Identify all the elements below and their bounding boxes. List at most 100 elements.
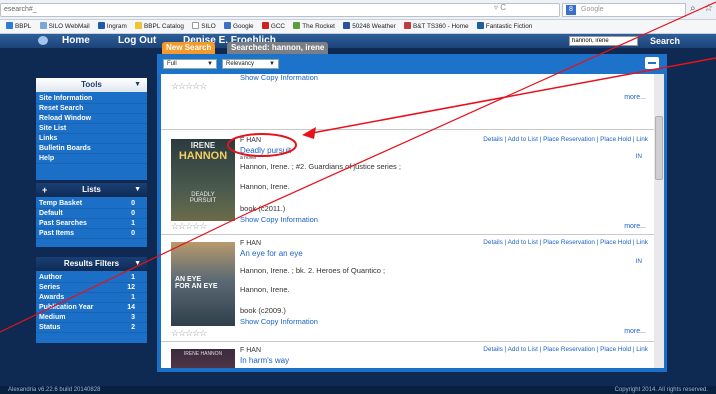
bookmark-icon	[404, 22, 412, 29]
show-copy-link[interactable]: Show Copy Information	[240, 215, 318, 224]
bookmark-item[interactable]: Fantastic Fiction	[476, 20, 532, 33]
book-cover[interactable]: IRENE HANNON DEADLY PURSUIT	[171, 139, 235, 221]
results-scrollbar[interactable]	[654, 74, 664, 368]
list-item[interactable]: Default 0	[36, 209, 147, 219]
catalog-search-input[interactable]	[569, 36, 638, 46]
bookmark-item[interactable]: SILO WebMail	[39, 20, 90, 33]
tools-item[interactable]: Reload Window	[36, 114, 147, 124]
results-list: ☆☆☆☆☆ Show Copy Information more... IREN…	[161, 74, 654, 368]
tools-item[interactable]: Site List	[36, 124, 147, 134]
rating-stars[interactable]: ☆☆☆☆☆	[171, 221, 207, 232]
cover-text: HANNON	[178, 150, 228, 162]
bookmark-item[interactable]: BBPL Catalog	[135, 20, 184, 33]
print-icon[interactable]	[645, 57, 659, 69]
record-format: book (c2011.)	[240, 204, 286, 213]
home-link[interactable]: Home	[62, 34, 90, 48]
browser-search-input[interactable]: 8 Google	[562, 3, 686, 17]
filters-header[interactable]: Results Filters ▼	[36, 257, 147, 271]
bookmark-item[interactable]: The Rocket	[293, 20, 335, 33]
result-record: IRENE HANNON F HAN In harm's way Details…	[161, 343, 654, 368]
bookmark-icon	[476, 22, 484, 29]
bookmark-icon	[192, 22, 200, 29]
record-actions[interactable]: Details | Add to List | Place Reservatio…	[483, 239, 648, 246]
tools-item[interactable]: Reset Search	[36, 104, 147, 114]
show-copy-link[interactable]: Show Copy Information	[240, 317, 318, 326]
bookmarks-bar: BBPL SILO WebMail Ingram BBPL Catalog SI…	[0, 20, 716, 34]
book-cover[interactable]: AN EYE FOR AN EYE	[171, 242, 235, 326]
record-series: Hannon, Irene. ; bk. 2. Heroes of Quanti…	[240, 266, 386, 275]
record-title[interactable]: Deadly pursuit	[240, 146, 291, 155]
app-footer: Alexandria v6.22.6 build 20140828 Copyri…	[0, 386, 716, 394]
results-toolbar: Full ▼ Relevancy ▼	[157, 54, 667, 74]
search-button[interactable]: Search	[650, 34, 680, 48]
logout-link[interactable]: Log Out	[118, 34, 156, 48]
bookmark-item[interactable]: B&T TS360 - Home	[404, 20, 469, 33]
tools-item[interactable]: Links	[36, 134, 147, 144]
chevron-down-icon: ▼	[207, 61, 213, 67]
bookmark-item[interactable]: 50248 Weather	[343, 20, 396, 33]
record-format: book (c2009.)	[240, 306, 286, 315]
tools-item[interactable]: Help	[36, 154, 147, 164]
call-number: F HAN	[240, 347, 261, 354]
rating-stars[interactable]: ☆☆☆☆☆	[171, 81, 207, 92]
filter-item[interactable]: Status 2	[36, 323, 147, 333]
bookmark-item[interactable]: BBPL	[6, 20, 31, 33]
bookmark-item[interactable]: GCC	[261, 20, 285, 33]
tools-panel: Tools ▼ Site Information Reset Search Rel…	[36, 78, 147, 180]
result-record: IRENE HANNON DEADLY PURSUIT ☆☆☆☆☆ F HAN …	[161, 131, 654, 235]
rating-stars[interactable]: ☆☆☆☆☆	[171, 328, 207, 339]
filter-item[interactable]: Author 1	[36, 273, 147, 283]
result-record: AN EYE FOR AN EYE ☆☆☆☆☆ F HAN An eye for…	[161, 236, 654, 342]
browser-search-placeholder: Google	[581, 6, 604, 13]
bookmark-item[interactable]: Google	[224, 20, 254, 33]
cover-text: IRENE	[190, 141, 216, 150]
address-bar[interactable]: esearch#_	[0, 3, 560, 17]
record-actions[interactable]: Details | Add to List | Place Reservatio…	[483, 346, 648, 353]
bookmark-item[interactable]: Ingram	[97, 20, 127, 33]
copyright-text: Copyright 2014. All rights reserved.	[614, 387, 708, 393]
filter-item[interactable]: Publication Year 14	[36, 303, 147, 313]
more-link[interactable]: more...	[624, 223, 646, 230]
filter-item[interactable]: Medium 3	[36, 313, 147, 323]
dropdown-arrow-icon: ▼	[134, 186, 141, 193]
bookmark-icon	[39, 22, 47, 29]
more-link[interactable]: more...	[624, 94, 646, 101]
tools-item[interactable]: Bulletin Boards	[36, 144, 147, 154]
lists-header[interactable]: + Lists ▼	[36, 183, 147, 197]
reload-icon[interactable]: ▿ C	[494, 3, 506, 12]
sort-select[interactable]: Relevancy ▼	[222, 59, 279, 69]
record-title[interactable]: In harm's way	[240, 356, 289, 365]
filter-item[interactable]: Series 12	[36, 283, 147, 293]
plus-icon: +	[42, 185, 48, 195]
tab-searched[interactable]: Searched: hannon, irene	[227, 42, 329, 54]
cover-text: PURSUIT	[189, 198, 217, 204]
record-series: Hannon, Irene. ; #2. Guardians of justic…	[240, 162, 401, 171]
address-text: esearch#_	[4, 6, 37, 13]
cover-text: IRENE HANNON	[183, 351, 223, 357]
tools-header[interactable]: Tools ▼	[36, 78, 147, 92]
list-item[interactable]: Past Items 0	[36, 229, 147, 239]
record-author: Hannon, Irene.	[240, 285, 290, 294]
result-record: ☆☆☆☆☆ Show Copy Information more...	[161, 74, 654, 130]
filter-item[interactable]: Awards 1	[36, 293, 147, 303]
tab-new-search[interactable]: New Search	[162, 42, 216, 54]
bookmark-star-icon[interactable]: ☆	[704, 3, 713, 14]
bookmark-item[interactable]: SILO	[192, 20, 216, 33]
results-pane: Full ▼ Relevancy ▼ ☆☆☆☆☆ Show Copy Informa…	[157, 54, 667, 372]
call-number: F HAN	[240, 240, 261, 247]
scrollbar-thumb[interactable]	[655, 116, 663, 180]
view-select[interactable]: Full ▼	[163, 59, 217, 69]
search-icon[interactable]: ⌕	[690, 3, 696, 14]
more-link[interactable]: more...	[624, 328, 646, 335]
list-item[interactable]: Temp Basket 0	[36, 199, 147, 209]
lists-panel: + Lists ▼ Temp Basket 0 Default 0 Past Searc…	[36, 183, 147, 247]
record-title[interactable]: An eye for an eye	[240, 249, 303, 258]
tools-item[interactable]: Site Information	[36, 94, 147, 104]
record-actions[interactable]: Details | Add to List | Place Reservatio…	[483, 136, 648, 143]
version-text: Alexandria v6.22.6 build 20140828	[8, 387, 101, 393]
status-badge: IN	[635, 153, 642, 160]
list-item[interactable]: Past Searches 1	[36, 219, 147, 229]
filters-panel: Results Filters ▼ Author 1 Series 12 Awards…	[36, 257, 147, 343]
book-cover[interactable]: IRENE HANNON	[171, 349, 235, 368]
show-copy-link[interactable]: Show Copy Information	[240, 74, 318, 82]
